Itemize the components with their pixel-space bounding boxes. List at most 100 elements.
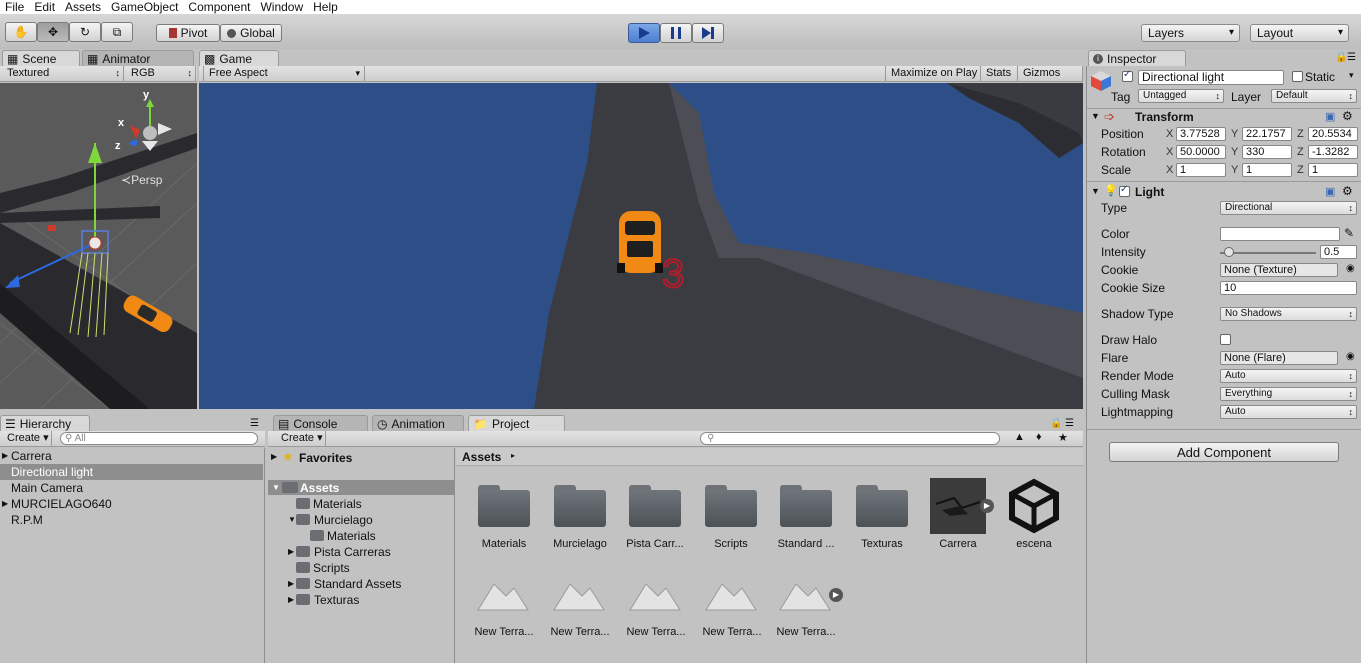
tree-item[interactable]: ▼ Murcielago xyxy=(288,512,373,528)
expand-arrow-icon[interactable]: ▼ xyxy=(288,512,296,528)
filter-type-icon[interactable]: ▲ xyxy=(1014,431,1025,443)
menu-gameobject[interactable]: GameObject xyxy=(106,0,183,14)
light-foldout-icon[interactable]: ▼ xyxy=(1091,186,1100,196)
tab-console[interactable]: ▤ Console xyxy=(273,415,368,432)
layer-dropdown[interactable]: Default xyxy=(1271,89,1357,103)
hierarchy-search-input[interactable]: ⚲ All xyxy=(60,432,258,445)
position-x-field[interactable]: 3.77528 xyxy=(1176,127,1226,141)
hierarchy-item[interactable]: ▶ MURCIELAGO640 xyxy=(0,496,263,512)
expand-arrow-icon[interactable]: ▶ xyxy=(288,592,294,608)
asset-folder-icon[interactable] xyxy=(780,485,832,527)
culling-mask-dropdown[interactable]: Everything xyxy=(1220,387,1357,401)
aspect-dropdown[interactable]: Free Aspect ▾ xyxy=(203,66,365,82)
lock-icon[interactable]: 🔒 xyxy=(1335,52,1347,63)
asset-folder-icon[interactable] xyxy=(705,485,757,527)
scene-asset-thumbnail[interactable] xyxy=(930,478,986,534)
expand-arrow-icon[interactable]: ▼ xyxy=(272,480,280,496)
maximize-on-play-toggle[interactable]: Maximize on Play xyxy=(885,66,981,82)
stats-toggle[interactable]: Stats xyxy=(981,66,1018,82)
rotation-y-field[interactable]: 330 xyxy=(1242,145,1292,159)
rotation-z-field[interactable]: -1.3282 xyxy=(1308,145,1358,159)
gear-icon[interactable]: ⚙ xyxy=(1342,184,1353,198)
help-icon[interactable]: ▣ xyxy=(1325,185,1335,198)
tree-item[interactable]: Materials xyxy=(310,528,376,544)
expand-play-icon[interactable]: ▶ xyxy=(829,588,843,602)
tab-project[interactable]: 📁 Project xyxy=(468,415,565,432)
terrain-asset-icon[interactable] xyxy=(552,578,606,612)
breadcrumb-assets[interactable]: Assets xyxy=(462,449,501,465)
scale-tool-button[interactable]: ⧉ xyxy=(101,22,133,42)
expand-arrow-icon[interactable]: ▶ xyxy=(2,448,8,464)
object-picker-icon[interactable]: ◉ xyxy=(1346,351,1355,362)
expand-arrow-icon[interactable]: ▶ xyxy=(288,576,294,592)
shadow-type-dropdown[interactable]: No Shadows xyxy=(1220,307,1357,321)
tree-item[interactable]: ▶ Pista Carreras xyxy=(288,544,391,560)
menu-window[interactable]: Window xyxy=(255,0,308,14)
gizmos-toggle[interactable]: Gizmos xyxy=(1018,66,1083,82)
help-icon[interactable]: ▣ xyxy=(1325,110,1335,123)
panel-menu-icon[interactable]: ☰ xyxy=(1065,418,1074,429)
menu-file[interactable]: File xyxy=(0,0,29,14)
static-checkbox[interactable] xyxy=(1292,71,1303,82)
active-checkbox[interactable] xyxy=(1122,69,1133,82)
intensity-slider-track[interactable] xyxy=(1220,252,1316,254)
add-component-button[interactable]: Add Component xyxy=(1109,442,1339,462)
menu-edit[interactable]: Edit xyxy=(29,0,60,14)
menu-assets[interactable]: Assets xyxy=(60,0,106,14)
project-create-button[interactable]: Create ▾ xyxy=(276,431,326,447)
eyedropper-icon[interactable]: ✎ xyxy=(1344,226,1354,240)
cookie-field[interactable]: None (Texture) xyxy=(1220,263,1338,277)
move-tool-button[interactable]: ✥ xyxy=(37,22,69,42)
tab-animator[interactable]: ▦ Animator xyxy=(82,50,194,67)
tree-item[interactable]: ▶ Standard Assets xyxy=(288,576,401,592)
position-z-field[interactable]: 20.5534 xyxy=(1308,127,1358,141)
play-button[interactable] xyxy=(628,23,660,43)
scale-x-field[interactable]: 1 xyxy=(1176,163,1226,177)
rotate-tool-button[interactable]: ↻ xyxy=(69,22,101,42)
scale-z-field[interactable]: 1 xyxy=(1308,163,1358,177)
tab-game[interactable]: ▩ Game xyxy=(199,50,279,67)
asset-folder-icon[interactable] xyxy=(856,485,908,527)
light-color-field[interactable] xyxy=(1220,227,1340,241)
cookie-size-field[interactable]: 10 xyxy=(1220,281,1357,295)
light-type-dropdown[interactable]: Directional xyxy=(1220,201,1357,215)
light-enabled-checkbox[interactable] xyxy=(1119,184,1130,197)
project-search-input[interactable]: ⚲ xyxy=(700,432,1000,445)
intensity-field[interactable]: 0.5 xyxy=(1320,245,1357,259)
draw-halo-checkbox[interactable] xyxy=(1220,334,1231,345)
scene-view[interactable]: y x z ≺Persp xyxy=(0,83,197,409)
expand-arrow-icon[interactable]: ▶ xyxy=(2,496,8,512)
color-mode-dropdown[interactable]: RGB xyxy=(126,66,196,82)
asset-folder-icon[interactable] xyxy=(554,485,606,527)
layout-dropdown[interactable]: Layout xyxy=(1250,24,1349,42)
tree-item-assets[interactable]: ▼ Assets xyxy=(268,480,454,495)
hand-tool-button[interactable]: ✋ xyxy=(5,22,37,42)
lock-icon[interactable]: 🔒 xyxy=(1050,418,1062,429)
terrain-asset-icon[interactable] xyxy=(476,578,530,612)
transform-foldout-icon[interactable]: ▼ xyxy=(1091,111,1100,121)
menu-component[interactable]: Component xyxy=(183,0,255,14)
tab-inspector[interactable]: i Inspector xyxy=(1088,50,1186,67)
rotation-x-field[interactable]: 50.0000 xyxy=(1176,145,1226,159)
panel-menu-icon[interactable]: ☰ xyxy=(1347,52,1356,63)
game-view[interactable]: 3 xyxy=(199,83,1083,409)
tab-animation[interactable]: ◷ Animation xyxy=(372,415,464,432)
object-picker-icon[interactable]: ◉ xyxy=(1346,263,1355,274)
pivot-toggle-button[interactable]: Pivot xyxy=(156,24,220,42)
step-button[interactable] xyxy=(692,23,724,43)
terrain-asset-icon[interactable] xyxy=(778,578,832,612)
favorites-label[interactable]: Favorites xyxy=(299,450,352,466)
tag-dropdown[interactable]: Untagged xyxy=(1138,89,1224,103)
asset-folder-icon[interactable] xyxy=(629,485,681,527)
hierarchy-item[interactable]: R.P.M xyxy=(0,512,263,528)
panel-menu-icon[interactable]: ☰ xyxy=(250,418,259,429)
terrain-asset-icon[interactable] xyxy=(704,578,758,612)
flare-field[interactable]: None (Flare) xyxy=(1220,351,1338,365)
expand-play-icon[interactable]: ▶ xyxy=(980,499,994,513)
hierarchy-item-selected[interactable]: Directional light xyxy=(0,464,263,480)
label-tag-icon[interactable]: ♦ xyxy=(1036,431,1042,443)
gear-icon[interactable]: ⚙ xyxy=(1342,109,1353,123)
persp-label[interactable]: ≺Persp xyxy=(121,173,162,187)
render-mode-dropdown[interactable]: Auto xyxy=(1220,369,1357,383)
object-name-field[interactable]: Directional light xyxy=(1138,70,1284,85)
